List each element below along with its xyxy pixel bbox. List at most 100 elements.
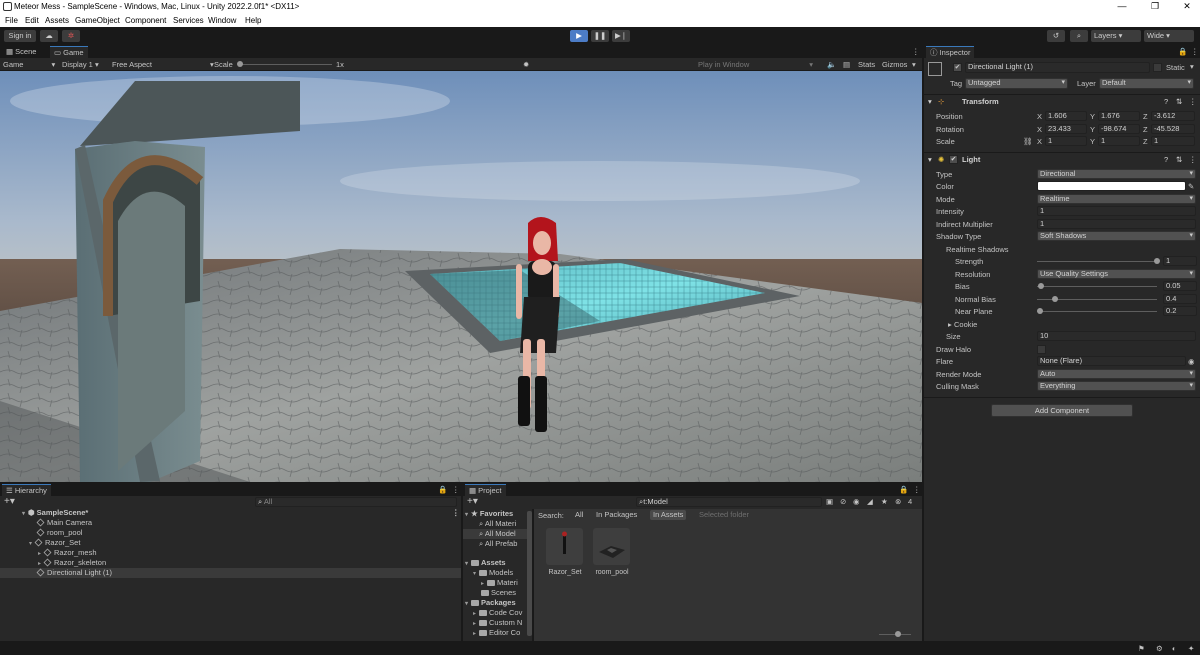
display-dropdown[interactable]: Display 1 ▾ (62, 59, 99, 70)
preset-icon[interactable]: ⇅ (1176, 95, 1182, 108)
list-item[interactable]: ▾ Assets (463, 558, 532, 568)
game-viewport[interactable] (0, 71, 922, 482)
indirect-multiplier-field[interactable]: 1 (1037, 219, 1196, 229)
search-icon[interactable]: ⌕ (1070, 30, 1088, 42)
list-item[interactable]: ⌕ All Materi (463, 519, 532, 529)
tab-inspector[interactable]: ⓘ Inspector (926, 46, 975, 58)
position-y-field[interactable]: 1.676 (1098, 111, 1140, 121)
light-enabled-checkbox[interactable]: ✔ (949, 155, 958, 164)
bug-icon[interactable]: ⚑ (1138, 643, 1145, 654)
menu-file[interactable]: File (5, 16, 18, 25)
help-icon[interactable]: ? (1164, 153, 1168, 166)
list-item[interactable]: ▸ Custom N (463, 618, 532, 628)
layers-dropdown[interactable]: Layers ▾ (1091, 30, 1141, 42)
scale-z-field[interactable]: 1 (1151, 136, 1195, 146)
intensity-field[interactable]: 1 (1037, 206, 1196, 216)
asset-thumbnail-room-pool[interactable] (593, 528, 630, 565)
bias-field[interactable]: 0.05 (1163, 281, 1197, 291)
draw-halo-checkbox[interactable] (1037, 345, 1046, 354)
static-dropdown-icon[interactable]: ▾ (1190, 62, 1194, 71)
layer-dropdown[interactable]: Default (1099, 78, 1194, 89)
normal-bias-slider-knob[interactable] (1052, 296, 1058, 302)
normal-bias-field[interactable]: 0.4 (1163, 294, 1197, 304)
list-item[interactable]: ▾ ⬢ SampleScene* ⋮ (0, 508, 461, 518)
list-item[interactable]: ▸ Code Cov (463, 608, 532, 618)
tab-game[interactable]: ▭ Game (50, 46, 88, 58)
tab-scene[interactable]: ▦ Scene (2, 46, 40, 58)
tab-hierarchy[interactable]: ☰ Hierarchy (2, 484, 51, 496)
rotation-y-field[interactable]: -98.674 (1098, 124, 1140, 134)
tree-scrollbar[interactable] (527, 511, 532, 636)
search-by-type-icon[interactable]: ▣ (826, 496, 833, 507)
cloud-icon[interactable]: ☁ (40, 30, 58, 42)
near-plane-field[interactable]: 0.2 (1163, 306, 1197, 316)
list-item[interactable]: ▾ Packages (463, 598, 532, 608)
play-button[interactable]: ▶ (570, 30, 588, 42)
debug-icon[interactable]: ✹ (523, 59, 529, 70)
menu-edit[interactable]: Edit (25, 16, 39, 25)
menu-window[interactable]: Window (208, 16, 236, 25)
scope-in-packages[interactable]: In Packages (593, 510, 640, 520)
pause-button[interactable]: ❚❚ (591, 30, 609, 42)
list-item[interactable]: Main Camera (0, 518, 461, 528)
lock-icon[interactable]: 🔒 (438, 484, 447, 495)
help-icon[interactable]: ? (1164, 95, 1168, 108)
more-icon[interactable]: ⋮ (913, 484, 921, 495)
more-icon[interactable]: ⋮ (1189, 153, 1197, 166)
bias-slider-knob[interactable] (1038, 283, 1044, 289)
list-item[interactable]: Directional Light (1) (0, 568, 461, 578)
bias-slider[interactable] (1037, 286, 1157, 287)
near-plane-slider-knob[interactable] (1037, 308, 1043, 314)
position-x-field[interactable]: 1.606 (1045, 111, 1087, 121)
scale-slider-knob[interactable] (237, 61, 243, 67)
menu-component[interactable]: Component (125, 16, 166, 25)
project-search-input[interactable]: ⌕t:Model (636, 497, 822, 507)
strength-field[interactable]: 1 (1163, 256, 1197, 266)
static-checkbox[interactable] (1153, 63, 1162, 72)
stats-button[interactable]: Stats (858, 59, 875, 70)
list-item[interactable]: ⌕ All Prefab (463, 539, 532, 549)
mode-dropdown[interactable]: Realtime (1037, 194, 1196, 204)
cookie-row[interactable]: ▸ Cookie (936, 319, 1198, 330)
bake-icon[interactable]: ◐ (1172, 643, 1177, 654)
thumbnail-size-knob[interactable] (895, 631, 901, 637)
near-plane-slider[interactable] (1037, 311, 1157, 312)
link-icon[interactable]: ⛓ (1023, 136, 1033, 147)
lock-icon[interactable]: 🔒 (899, 484, 908, 495)
minimize-icon[interactable]: — (1115, 1, 1129, 11)
tab-project[interactable]: ▦ Project (465, 484, 506, 496)
network-icon[interactable]: ⚙ (1156, 643, 1163, 654)
menu-assets[interactable]: Assets (45, 16, 69, 25)
resolution-dropdown[interactable]: Use Quality Settings (1037, 269, 1196, 279)
list-item[interactable]: ▸ Razor_skeleton (0, 558, 461, 568)
add-icon[interactable]: +▾ (467, 496, 478, 507)
log-icon[interactable]: ◉ (853, 496, 860, 507)
more-icon[interactable]: ⋮ (1189, 95, 1197, 108)
scale-x-field[interactable]: 1 (1045, 136, 1087, 146)
scope-selected-folder[interactable]: Selected folder (696, 510, 752, 520)
flare-object-field[interactable]: None (Flare) (1037, 356, 1186, 366)
maximize-icon[interactable]: ❐ (1148, 1, 1162, 12)
scope-all[interactable]: All (572, 510, 586, 520)
gizmos-dropdown-icon[interactable]: ▾ (912, 59, 916, 70)
gizmos-button[interactable]: Gizmos (882, 59, 907, 70)
list-item[interactable]: room_pool (0, 528, 461, 538)
menu-gameobject[interactable]: GameObject (75, 16, 120, 25)
filter-icon[interactable]: ◢ (867, 496, 873, 507)
menu-services[interactable]: Services (173, 16, 204, 25)
asset-thumbnail-razor-set[interactable] (546, 528, 583, 565)
close-icon[interactable]: ✕ (1180, 1, 1194, 12)
object-name-field[interactable]: Directional Light (1) (965, 62, 1150, 73)
position-z-field[interactable]: -3.612 (1151, 111, 1195, 121)
active-checkbox[interactable]: ✔ (953, 63, 962, 72)
list-item[interactable]: Scenes (463, 588, 532, 598)
lock-icon[interactable]: 🔒 (1178, 46, 1187, 57)
aspect-dropdown[interactable]: Free Aspect ▾ (112, 59, 214, 70)
list-item[interactable]: ▾ ★ Favorites (463, 509, 532, 519)
more-icon[interactable]: ⋮ (452, 484, 460, 495)
render-mode-dropdown[interactable]: Auto (1037, 369, 1196, 379)
list-item[interactable]: ▸ Editor Co (463, 628, 532, 638)
shortcuts-icon[interactable]: ▤ (843, 59, 850, 70)
type-dropdown[interactable]: Directional (1037, 169, 1196, 179)
shadow-type-dropdown[interactable]: Soft Shadows (1037, 231, 1196, 241)
